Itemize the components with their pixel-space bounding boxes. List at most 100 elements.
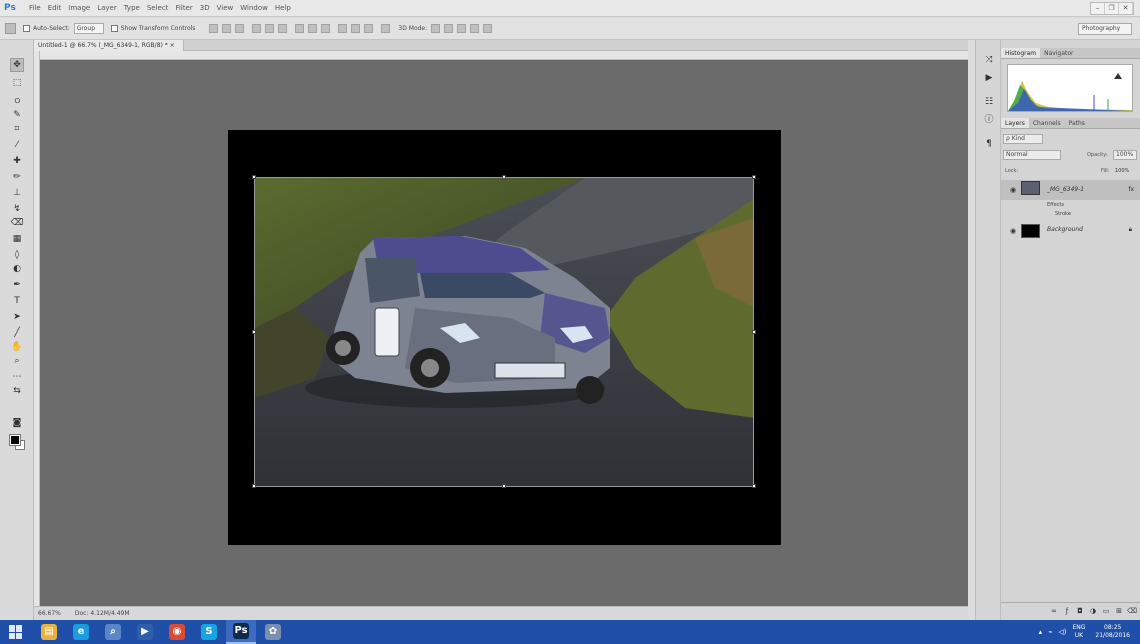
stroke-effect-label[interactable]: Stroke xyxy=(1055,211,1071,217)
menu-file[interactable]: File xyxy=(29,4,41,12)
taskbar-app-media-player[interactable]: ▶ xyxy=(130,620,160,644)
transform-handle-bl[interactable] xyxy=(252,484,256,488)
document-tab[interactable]: Untitled-1 @ 66.7% (_MG_6349-1, RGB/8) *… xyxy=(34,40,184,51)
marquee-tool-icon[interactable]: ⬚ xyxy=(10,76,24,90)
zoom-level[interactable]: 66.67% xyxy=(38,610,61,617)
taskbar-app-internet-explorer[interactable]: e xyxy=(66,620,96,644)
distribute-bottom-icon[interactable] xyxy=(321,24,331,33)
taskbar-app-file-explorer[interactable]: ▤ xyxy=(34,620,64,644)
transform-handle-tl[interactable] xyxy=(252,175,256,179)
minimize-button[interactable]: – xyxy=(1091,3,1105,14)
gradient-tool-icon[interactable]: ▦ xyxy=(10,232,24,246)
transform-handle-tr[interactable] xyxy=(752,175,756,179)
align-hcenter-icon[interactable] xyxy=(265,24,275,33)
taskbar-app-skype[interactable]: S xyxy=(194,620,224,644)
menu-layer[interactable]: Layer xyxy=(97,4,117,12)
transform-handle-br[interactable] xyxy=(752,484,756,488)
eyedropper-tool-icon[interactable]: ⁄ xyxy=(10,138,24,152)
align-top-icon[interactable] xyxy=(209,24,219,33)
distribute-vcenter-icon[interactable] xyxy=(308,24,318,33)
layer-name[interactable]: Background xyxy=(1047,226,1083,233)
network-icon[interactable]: ⌁ xyxy=(1048,628,1052,636)
blend-mode-dropdown[interactable]: Normal xyxy=(1003,150,1061,160)
blur-tool-icon[interactable]: ◊ xyxy=(10,248,24,262)
character-panel-icon[interactable]: ¶ xyxy=(983,138,995,150)
healing-brush-tool-icon[interactable]: ✚ xyxy=(10,154,24,168)
align-right-icon[interactable] xyxy=(278,24,288,33)
tab-navigator[interactable]: Navigator xyxy=(1040,48,1077,58)
taskbar-app-gallery[interactable]: ✿ xyxy=(258,620,288,644)
fill-field[interactable]: 100% xyxy=(1115,168,1129,174)
quick-mask-icon[interactable]: ◙ xyxy=(10,416,24,430)
align-vcenter-icon[interactable] xyxy=(222,24,232,33)
dodge-tool-icon[interactable]: ◐ xyxy=(10,262,24,276)
canvas-pasteboard[interactable] xyxy=(40,60,968,606)
distribute-hcenter-icon[interactable] xyxy=(351,24,361,33)
layer-row-photo[interactable]: ◉ _MG_6349-1 fx xyxy=(1001,180,1140,200)
type-tool-icon[interactable]: T xyxy=(10,294,24,308)
taskbar-app-search-app[interactable]: ⌕ xyxy=(98,620,128,644)
menu-view[interactable]: View xyxy=(217,4,234,12)
menu-type[interactable]: Type xyxy=(124,4,140,12)
tray-arrow-icon[interactable]: ▴ xyxy=(1039,628,1043,636)
menu-help[interactable]: Help xyxy=(275,4,291,12)
3d-roll-icon[interactable] xyxy=(444,24,454,33)
properties-panel-icon[interactable]: ☷ xyxy=(983,96,995,108)
3d-scale-icon[interactable] xyxy=(483,24,493,33)
workspace-dropdown[interactable]: Photography xyxy=(1078,23,1132,35)
menu-image[interactable]: Image xyxy=(68,4,90,12)
history-brush-tool-icon[interactable]: ↯ xyxy=(10,202,24,216)
taskbar-app-chrome[interactable]: ◉ xyxy=(162,620,192,644)
rally-car-photo-layer[interactable] xyxy=(254,177,754,487)
quick-select-tool-icon[interactable]: ✎ xyxy=(10,108,24,122)
crop-tool-icon[interactable]: ⌗ xyxy=(10,122,24,136)
visibility-eye-icon[interactable]: ◉ xyxy=(1010,227,1016,235)
show-transform-checkbox[interactable] xyxy=(110,25,118,32)
menu-3d[interactable]: 3D xyxy=(200,4,210,12)
effects-label[interactable]: Effects xyxy=(1047,202,1064,208)
foreground-color-swatch[interactable] xyxy=(9,434,21,446)
distribute-left-icon[interactable] xyxy=(338,24,348,33)
3d-slide-icon[interactable] xyxy=(470,24,480,33)
menu-select[interactable]: Select xyxy=(147,4,169,12)
move-tool-icon[interactable] xyxy=(5,23,16,34)
actions-panel-icon[interactable]: ▶ xyxy=(983,72,995,84)
add-mask-icon[interactable]: ◘ xyxy=(1075,607,1085,615)
fx-icon[interactable]: fx xyxy=(1128,186,1134,193)
tab-layers[interactable]: Layers xyxy=(1001,118,1029,128)
distribute-top-icon[interactable] xyxy=(295,24,305,33)
menu-filter[interactable]: Filter xyxy=(175,4,192,12)
visibility-eye-icon[interactable]: ◉ xyxy=(1010,186,1016,194)
auto-select-checkbox[interactable] xyxy=(23,25,30,32)
3d-rotate-icon[interactable] xyxy=(431,24,441,33)
eraser-tool-icon[interactable]: ⌫ xyxy=(10,216,24,230)
layer-name[interactable]: _MG_6349-1 xyxy=(1047,186,1084,193)
taskbar-app-photoshop[interactable]: Ps xyxy=(226,620,256,644)
horizontal-ruler[interactable] xyxy=(40,51,968,60)
hand-tool-icon[interactable]: ✋ xyxy=(10,340,24,354)
tab-paths[interactable]: Paths xyxy=(1065,118,1089,128)
move-tool-icon[interactable]: ✥ xyxy=(10,58,24,72)
3d-drag-icon[interactable] xyxy=(457,24,467,33)
distribute-right-icon[interactable] xyxy=(364,24,374,33)
history-panel-icon[interactable]: ⤨ xyxy=(983,54,995,66)
volume-icon[interactable]: ◁) xyxy=(1058,628,1066,636)
swap-colors-icon[interactable]: ⇆ xyxy=(10,384,24,398)
align-bottom-icon[interactable] xyxy=(235,24,245,33)
lasso-tool-icon[interactable]: ഠ xyxy=(10,94,24,108)
start-button[interactable] xyxy=(0,620,32,644)
adjustment-layer-icon[interactable]: ◑ xyxy=(1088,607,1098,615)
tab-histogram[interactable]: Histogram xyxy=(1001,48,1041,58)
path-selection-tool-icon[interactable]: ➤ xyxy=(10,310,24,324)
close-button[interactable]: ✕ xyxy=(1119,3,1133,14)
doc-size-info[interactable]: Doc: 4.12M/4.49M xyxy=(75,610,130,617)
new-group-icon[interactable]: ▭ xyxy=(1101,607,1111,615)
transform-handle-tc[interactable] xyxy=(502,175,506,179)
auto-select-dropdown[interactable]: Group xyxy=(73,23,104,34)
transform-handle-bc[interactable] xyxy=(502,484,506,488)
language-indicator[interactable]: ENG UK xyxy=(1072,624,1085,640)
clock[interactable]: 08:25 21/08/2016 xyxy=(1095,624,1130,640)
delete-layer-icon[interactable]: ⌫ xyxy=(1127,607,1137,615)
document-canvas[interactable] xyxy=(228,130,781,545)
line-tool-icon[interactable]: ╱ xyxy=(10,326,24,340)
